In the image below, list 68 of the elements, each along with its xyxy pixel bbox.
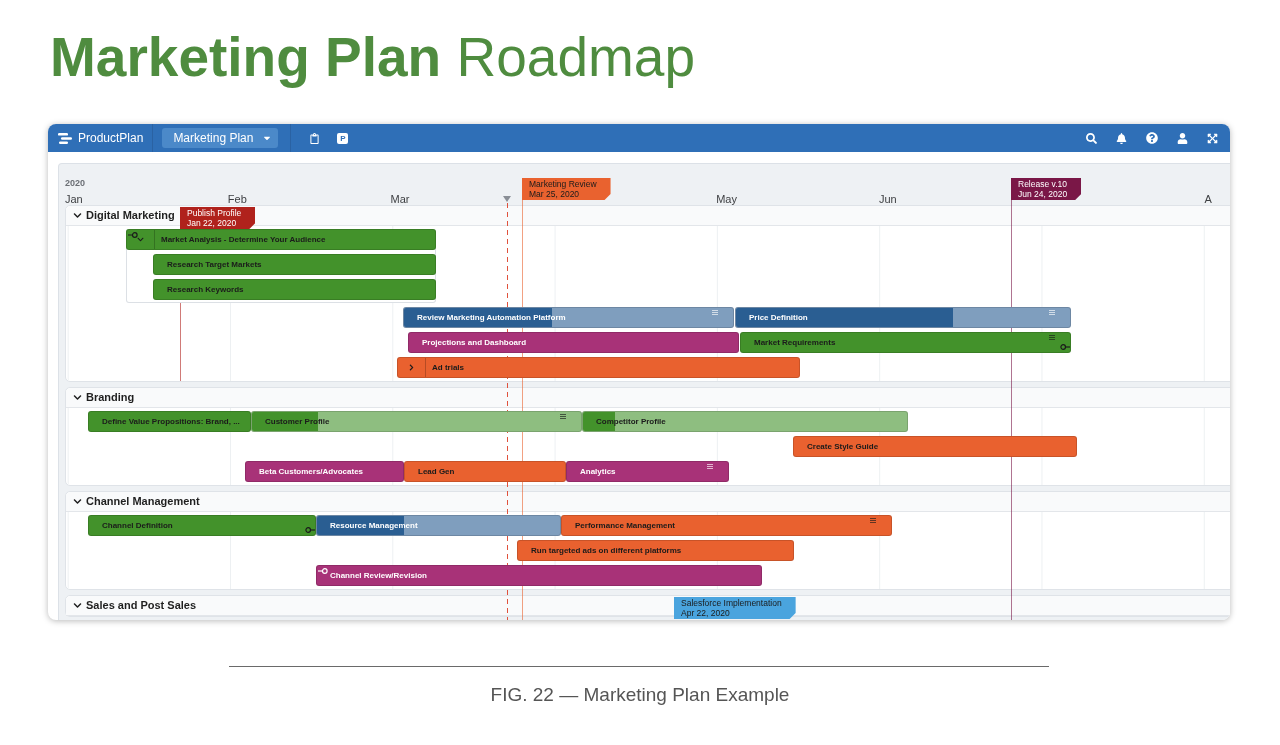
milestone-flag[interactable]: Release v.10 Jun 24, 2020 (1011, 178, 1082, 200)
task-bar[interactable]: Channel Definition (88, 515, 316, 536)
task-bar[interactable]: Lead Gen (404, 461, 566, 482)
milestone-name: Salesforce Implementation (681, 598, 782, 608)
month-label: Feb (227, 193, 247, 206)
task-bar[interactable]: Ad trials (397, 357, 800, 378)
task-bar[interactable]: Analytics (566, 461, 729, 482)
chevron-right-icon[interactable] (408, 364, 415, 371)
task-bar[interactable]: Channel Review/Revision (316, 565, 762, 586)
logo-icon (58, 132, 72, 144)
lane-title: Channel Management (86, 495, 200, 508)
chevron-down-icon[interactable] (73, 393, 82, 402)
milestone-name: Release v.10 (1018, 179, 1067, 189)
task-bar[interactable]: Review Marketing Automation Platform (403, 307, 734, 328)
caption-text: FIG. 22 — Marketing Plan Example (490, 684, 790, 706)
brand-name: ProductPlan (78, 131, 144, 145)
year-label: 2020 (65, 178, 86, 189)
triangle-marker-icon (503, 196, 511, 202)
milestone-date: Jan 22, 2020 (187, 218, 237, 228)
milestone-date: Apr 22, 2020 (681, 608, 730, 618)
month-label: Jun (879, 193, 897, 206)
month-label: Jan (65, 193, 83, 206)
task-bar[interactable]: Performance Management (561, 515, 892, 536)
chevron-down-icon[interactable] (73, 211, 82, 220)
task-bar[interactable]: Projections and Dashboard (408, 332, 739, 353)
milestone-name: Publish Profile (187, 208, 242, 218)
task-bar[interactable]: Define Value Propositions: Brand, ... (88, 411, 251, 432)
milestone-flag[interactable]: Publish Profile Jan 22, 2020 (180, 207, 256, 229)
lines-icon[interactable] (1049, 335, 1055, 340)
lines-icon[interactable] (707, 464, 713, 469)
lane-title: Digital Marketing (86, 209, 175, 222)
milestone-date: Mar 25, 2020 (529, 189, 580, 199)
month-label: Mar (390, 193, 410, 206)
search-icon[interactable] (1086, 132, 1097, 144)
task-bar[interactable]: Resource Management (316, 515, 561, 536)
month-label: A (1204, 193, 1212, 206)
lines-icon[interactable] (560, 414, 566, 419)
letter-button[interactable]: P (337, 132, 349, 144)
connector-icon[interactable] (1060, 344, 1070, 350)
page-title: Marketing Plan Roadmap (50, 25, 695, 89)
month-label: May (716, 193, 737, 206)
connector-icon[interactable] (318, 568, 328, 574)
task-bar[interactable]: Market Requirements (740, 332, 1071, 353)
chevron-down-icon[interactable] (73, 601, 82, 610)
lane-title: Branding (86, 391, 135, 404)
help-icon[interactable] (1146, 132, 1158, 144)
user-icon[interactable] (1177, 132, 1188, 144)
task-bar[interactable]: Market Analysis - Determine Your Audience (126, 229, 436, 250)
task-bar[interactable]: Run targeted ads on different platforms (517, 540, 794, 561)
connector-icon[interactable] (305, 527, 315, 533)
connector-icon[interactable] (128, 232, 138, 238)
milestone-flag[interactable]: Marketing Review Mar 25, 2020 (522, 178, 611, 200)
bell-icon[interactable] (1116, 132, 1127, 144)
task-bar[interactable]: Price Definition (735, 307, 1071, 328)
plan-dropdown[interactable]: Marketing Plan (162, 128, 279, 148)
task-bar[interactable]: Beta Customers/Advocates (245, 461, 404, 482)
chevron-down-icon[interactable] (73, 497, 82, 506)
task-bar[interactable]: Research Keywords (153, 279, 436, 300)
lines-icon[interactable] (870, 518, 876, 523)
milestone-name: Marketing Review (529, 179, 597, 189)
expand-icon[interactable] (1207, 132, 1218, 144)
milestone-date: Jun 24, 2020 (1018, 189, 1068, 199)
task-bar[interactable]: Create Style Guide (793, 436, 1077, 457)
milestone-flag[interactable]: Salesforce Implementation Apr 22, 2020 (674, 597, 796, 619)
lane-title: Sales and Post Sales (86, 599, 197, 612)
task-bar[interactable]: Competitor Profile (582, 411, 908, 432)
task-bar[interactable]: Research Target Markets (153, 254, 436, 275)
clipboard-icon[interactable] (309, 132, 321, 144)
